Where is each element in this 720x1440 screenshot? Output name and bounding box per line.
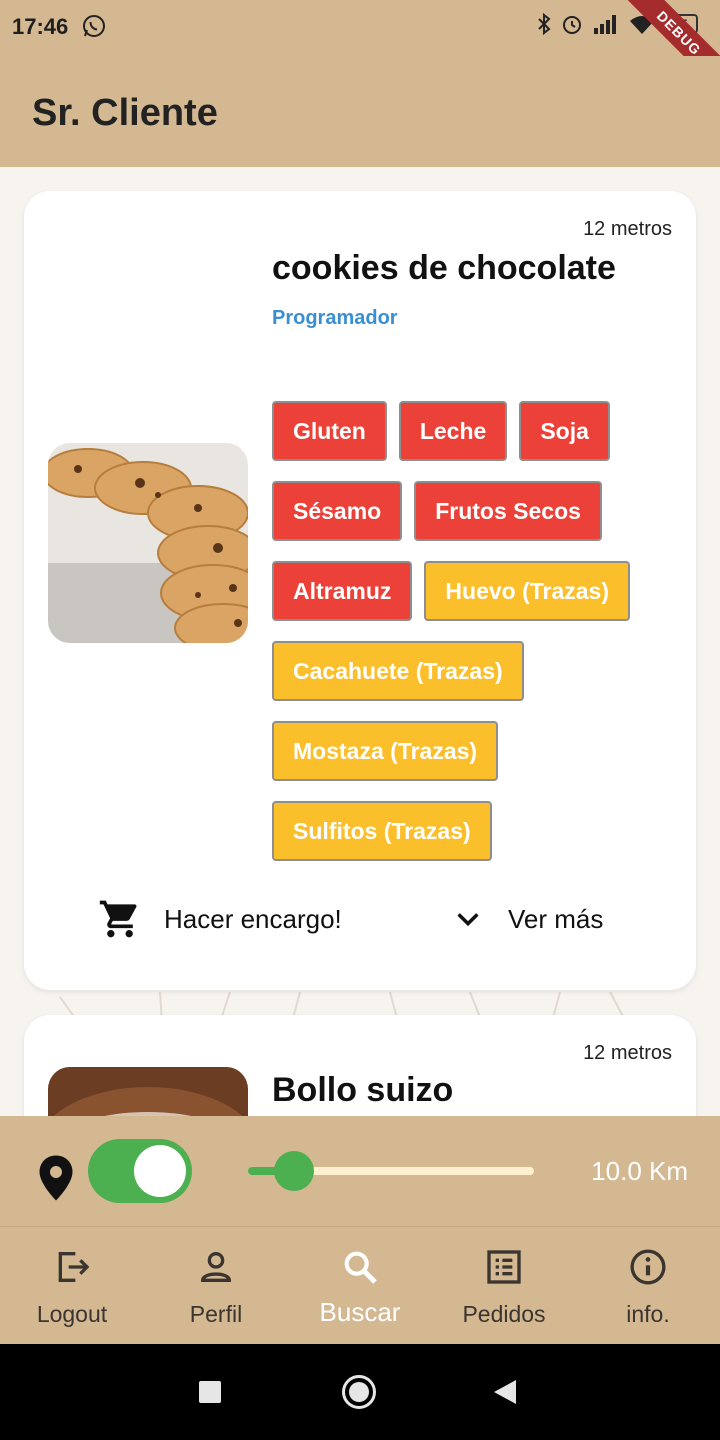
allergen-tag[interactable]: Sésamo <box>272 481 403 541</box>
list-icon <box>487 1250 521 1284</box>
location-toggle[interactable] <box>88 1139 192 1203</box>
chevron-down-icon <box>457 913 479 927</box>
distance-value: 10.0 Km <box>591 1156 688 1186</box>
location-pin-icon <box>39 1155 73 1201</box>
home-button[interactable] <box>342 1375 376 1409</box>
product-image-cookies[interactable] <box>48 443 248 643</box>
cart-icon <box>99 900 137 938</box>
distance-label: 12 metros <box>583 218 672 240</box>
allergen-tag[interactable]: Gluten <box>272 401 387 461</box>
order-button[interactable]: Hacer encargo! <box>98 895 342 943</box>
logout-icon <box>58 1252 90 1282</box>
status-bar: 17:46 35 <box>0 0 720 56</box>
nav-search[interactable]: Buscar <box>288 1227 432 1345</box>
info-icon <box>630 1249 666 1285</box>
system-navigation-bar <box>0 1344 720 1440</box>
allergen-trace-tag[interactable]: Huevo (Trazas) <box>424 561 631 621</box>
product-title: cookies de chocolate <box>272 249 616 287</box>
product-image-bollo[interactable] <box>48 1067 248 1116</box>
allergen-trace-tag[interactable]: Mostaza (Trazas) <box>272 721 499 781</box>
bottom-navigation: Logout Perfil Buscar Pedidos info. <box>0 1226 720 1344</box>
nav-label: Logout <box>36 1301 108 1327</box>
nav-label: info. <box>626 1301 670 1327</box>
nav-label: Buscar <box>319 1297 401 1327</box>
nav-orders[interactable]: Pedidos <box>432 1227 576 1345</box>
allergen-trace-tag[interactable]: Cacahuete (Trazas) <box>272 641 524 701</box>
order-button-label: Hacer encargo! <box>164 903 342 934</box>
product-card[interactable]: 12 metros cookies de chocolate Programad… <box>24 191 696 990</box>
distance-label: 12 metros <box>583 1042 672 1064</box>
bluetooth-icon <box>538 12 551 36</box>
toggle-knob <box>134 1145 186 1197</box>
allergen-tag[interactable]: Soja <box>519 401 610 461</box>
app-bar: Sr. Cliente <box>0 56 720 167</box>
signal-icon <box>594 15 616 34</box>
allergen-tag[interactable]: Altramuz <box>272 561 413 621</box>
allergen-tag[interactable]: Leche <box>398 401 508 461</box>
product-list[interactable]: 12 metros cookies de chocolate Programad… <box>0 167 720 1116</box>
filter-bar: 10.0 Km <box>0 1116 720 1226</box>
allergen-trace-tag[interactable]: Sulfitos (Trazas) <box>272 801 492 861</box>
product-card[interactable]: 12 metros Bollo suizo <box>24 1015 696 1116</box>
person-icon <box>200 1252 232 1282</box>
see-more-button[interactable]: Ver más <box>454 895 603 943</box>
status-time: 17:46 <box>12 14 69 39</box>
nav-logout[interactable]: Logout <box>0 1227 144 1345</box>
product-title: Bollo suizo <box>272 1071 454 1109</box>
search-icon <box>344 1251 377 1284</box>
seller-link[interactable]: Programador <box>272 307 398 330</box>
nav-label: Pedidos <box>462 1301 546 1327</box>
distance-slider[interactable] <box>248 1151 534 1191</box>
allergen-tags: Gluten Leche Soja Sésamo Frutos Secos Al… <box>272 401 672 881</box>
whatsapp-icon <box>83 15 105 37</box>
see-more-label: Ver más <box>508 903 604 934</box>
allergen-tag[interactable]: Frutos Secos <box>414 481 602 541</box>
page-title: Sr. Cliente <box>32 92 218 134</box>
card-actions: Hacer encargo! Ver más <box>24 891 696 947</box>
nav-label: Perfil <box>189 1301 243 1327</box>
nav-info[interactable]: info. <box>576 1227 720 1345</box>
alarm-icon <box>563 16 581 34</box>
recent-apps-button[interactable] <box>199 1381 221 1403</box>
nav-profile[interactable]: Perfil <box>144 1227 288 1345</box>
slider-thumb[interactable] <box>274 1151 314 1191</box>
back-button[interactable] <box>494 1380 516 1404</box>
